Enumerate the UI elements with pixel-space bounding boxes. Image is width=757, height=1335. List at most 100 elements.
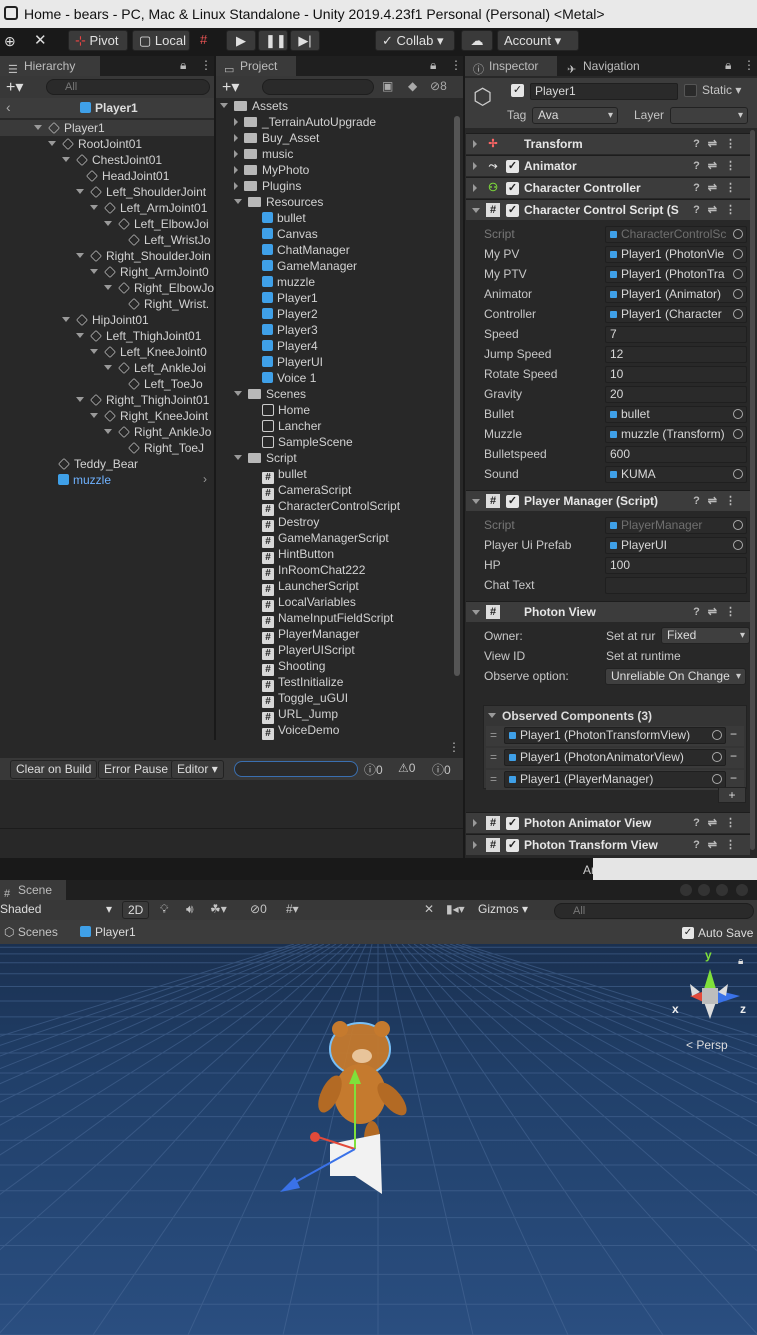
property-field[interactable]: KUMA xyxy=(605,466,747,483)
observed-component-field[interactable]: Player1 (PhotonTransformView) xyxy=(504,727,726,744)
collab-button[interactable]: ✓ Collab ▾ xyxy=(375,30,455,51)
expand-arrow-icon[interactable] xyxy=(234,199,242,204)
animator-enabled-checkbox[interactable]: ✓ xyxy=(506,160,519,173)
static-checkbox[interactable] xyxy=(684,84,697,97)
hierarchy-item[interactable]: Left_ShoulderJoint xyxy=(76,184,206,200)
project-item[interactable]: # bullet xyxy=(248,466,307,484)
property-field[interactable]: 12 xyxy=(605,346,747,363)
hierarchy-item[interactable]: ChestJoint01 xyxy=(62,152,162,168)
hierarchy-item[interactable]: Left_ElbowJoi xyxy=(104,216,209,232)
hierarchy-item[interactable]: Right_Wrist. xyxy=(118,296,209,312)
object-picker-icon[interactable] xyxy=(712,752,722,762)
expand-arrow-icon[interactable] xyxy=(234,150,238,158)
project-item[interactable]: ChatManager xyxy=(248,242,350,258)
project-item[interactable]: Resources xyxy=(234,194,323,210)
create-icon[interactable]: +▾ xyxy=(222,77,239,97)
expand-arrow-icon[interactable] xyxy=(234,134,238,142)
lighting-icon[interactable]: 💡︎ xyxy=(160,902,168,917)
project-item[interactable]: music xyxy=(234,146,293,162)
hierarchy-item[interactable]: Left_WristJo xyxy=(118,232,210,248)
object-picker-icon[interactable] xyxy=(733,289,743,299)
expand-arrow-icon[interactable] xyxy=(234,182,238,190)
object-picker-icon[interactable] xyxy=(733,249,743,259)
property-field[interactable]: 600 xyxy=(605,446,747,463)
hierarchy-item[interactable]: Left_ArmJoint01 xyxy=(90,200,207,216)
project-item[interactable]: bullet xyxy=(248,210,306,226)
tab-inspector[interactable]: ⓘ Inspector xyxy=(465,56,557,76)
observed-header[interactable]: Observed Components (3) xyxy=(488,709,652,723)
object-picker-icon[interactable] xyxy=(712,730,722,740)
project-item[interactable]: # Shooting xyxy=(248,658,325,676)
expand-arrow-icon[interactable] xyxy=(90,205,98,210)
pivot-toggle[interactable]: ⊹ Pivot xyxy=(68,30,128,51)
project-item[interactable]: PlayerUI xyxy=(248,354,323,370)
component-menu-icons[interactable]: ?⇌⋮ xyxy=(693,835,744,855)
tab-navigation[interactable]: ✈ Navigation xyxy=(559,56,669,76)
object-picker-icon[interactable] xyxy=(733,229,743,239)
expand-arrow-icon[interactable] xyxy=(48,141,56,146)
project-item[interactable]: Canvas xyxy=(248,226,318,242)
local-toggle[interactable]: ▢ Local xyxy=(132,30,190,51)
hidden-eye-icon[interactable]: ⊘8 xyxy=(430,79,447,93)
project-item[interactable]: # LauncherScript xyxy=(248,578,359,596)
filter-icon[interactable]: ▣ xyxy=(382,79,393,93)
info-count[interactable]: ⓘ0 xyxy=(364,761,383,778)
component-menu-icons[interactable]: ?⇌⋮ xyxy=(693,134,744,154)
hierarchy-item[interactable]: Right_AnkleJo xyxy=(104,424,211,440)
hierarchy-item[interactable]: Right_ArmJoint0 xyxy=(90,264,209,280)
clear-on-build-button[interactable]: Clear on Build xyxy=(10,760,98,779)
expand-arrow-icon[interactable] xyxy=(104,285,112,290)
tag-dropdown[interactable]: Ava xyxy=(532,107,618,124)
editor-dropdown[interactable]: Editor ▾ xyxy=(171,760,224,779)
expand-arrow-icon[interactable] xyxy=(90,349,98,354)
grid-toggle-icon[interactable]: #▾ xyxy=(286,902,299,916)
kebab-menu-icon[interactable]: ⋮ xyxy=(448,740,460,754)
observed-component-row[interactable]: = Player1 (PlayerManager) − xyxy=(486,770,744,790)
property-field[interactable]: muzzle (Transform) xyxy=(605,426,747,443)
hierarchy-item[interactable]: Right_KneeJoint xyxy=(90,408,208,424)
expand-arrow-icon[interactable] xyxy=(220,103,228,108)
scene-search-input[interactable]: All xyxy=(554,903,754,919)
kebab-menu-icon[interactable]: ⋮ xyxy=(200,58,212,72)
project-item[interactable]: Player2 xyxy=(248,306,318,322)
hierarchy-item[interactable]: Left_AnkleJoi xyxy=(104,360,206,376)
project-item[interactable]: # LocalVariables xyxy=(248,594,356,612)
expand-arrow-icon[interactable] xyxy=(62,157,70,162)
property-field[interactable]: Player1 (Animator) xyxy=(605,286,747,303)
tools-icon[interactable]: ✕ xyxy=(34,31,47,49)
component-animator[interactable]: ⤳ ✓ Animator ?⇌⋮ xyxy=(466,155,750,176)
drag-handle-icon[interactable]: = xyxy=(490,772,497,786)
error-count[interactable]: ⓘ0 xyxy=(432,761,451,778)
expand-arrow-icon[interactable] xyxy=(234,118,238,126)
hierarchy-item[interactable]: HipJoint01 xyxy=(62,312,149,328)
add-icon[interactable]: +▾ xyxy=(6,77,23,97)
project-item[interactable]: Player3 xyxy=(248,322,318,338)
project-item[interactable]: GameManager xyxy=(248,258,357,274)
component-player-manager[interactable]: # ✓ Player Manager (Script) ?⇌⋮ xyxy=(466,490,750,511)
console-search-input[interactable] xyxy=(234,761,358,777)
object-picker-icon[interactable] xyxy=(712,774,722,784)
pause-button[interactable]: ❚❚ xyxy=(258,30,288,51)
project-item[interactable]: # TestInitialize xyxy=(248,674,343,692)
observed-component-row[interactable]: = Player1 (PhotonAnimatorView) − xyxy=(486,748,744,768)
drag-handle-icon[interactable]: = xyxy=(490,728,497,742)
project-item[interactable]: # Destroy xyxy=(248,514,319,532)
project-scrollbar[interactable] xyxy=(454,116,460,676)
object-name-field[interactable]: Player1 xyxy=(530,83,678,100)
kebab-menu-icon[interactable]: ⋮ xyxy=(743,58,755,72)
project-item[interactable]: Buy_Asset xyxy=(234,130,319,146)
hierarchy-item[interactable]: RootJoint01 xyxy=(48,136,142,152)
pm-enabled-checkbox[interactable]: ✓ xyxy=(506,495,519,508)
property-field[interactable]: 10 xyxy=(605,366,747,383)
observe-option-dropdown[interactable]: Unreliable On Change xyxy=(605,668,746,685)
hierarchy-item[interactable]: Right_ToeJ xyxy=(118,440,204,456)
hierarchy-item[interactable]: Teddy_Bear xyxy=(48,456,138,472)
project-item[interactable]: Home xyxy=(248,402,310,418)
component-photon-view[interactable]: # Photon View ?⇌⋮ xyxy=(466,601,750,622)
project-item[interactable]: # HintButton xyxy=(248,546,334,564)
expand-arrow-icon[interactable] xyxy=(90,269,98,274)
expand-arrow-icon[interactable] xyxy=(234,391,242,396)
auto-save-checkbox[interactable]: ✓ xyxy=(682,927,694,939)
remove-icon[interactable]: − xyxy=(730,771,737,785)
component-menu-icons[interactable]: ?⇌⋮ xyxy=(693,602,744,622)
